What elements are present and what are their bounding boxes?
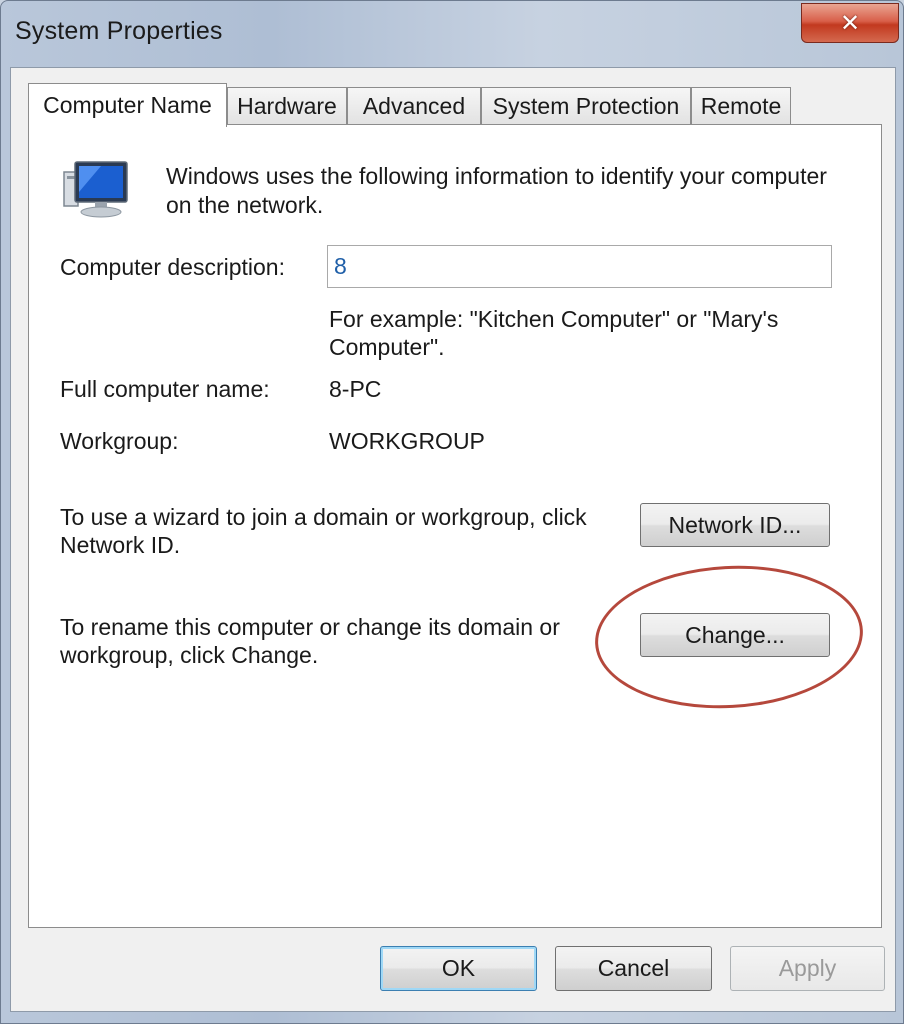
close-icon: ✕ [839,9,861,37]
network-id-text-line2: Network ID. [60,532,181,558]
computer-icon [63,161,128,218]
tab-remote[interactable]: Remote [691,87,791,125]
example-text-line2: Computer". [329,334,445,360]
full-computer-name-value: 8-PC [329,376,382,402]
close-button[interactable]: ✕ [801,3,899,43]
ok-button[interactable]: OK [380,946,537,991]
change-button[interactable]: Change... [640,613,830,657]
window-title: System Properties [15,17,223,45]
title-bar[interactable]: System Properties ✕ [1,1,904,63]
rename-text-line2: workgroup, click Change. [60,642,319,668]
computer-description-input[interactable] [327,245,832,288]
tab-system-protection[interactable]: System Protection [481,87,691,125]
intro-text-line2: on the network. [166,192,324,218]
rename-text-line1: To rename this computer or change its do… [60,614,560,640]
system-properties-window: System Properties ✕ Computer Name Hardwa… [0,0,904,1024]
cancel-button[interactable]: Cancel [555,946,712,991]
computer-description-label: Computer description: [60,254,285,280]
workgroup-value: WORKGROUP [329,428,485,454]
full-computer-name-label: Full computer name: [60,376,270,402]
tab-advanced[interactable]: Advanced [347,87,481,125]
network-id-text-line1: To use a wizard to join a domain or work… [60,504,587,530]
tab-hardware[interactable]: Hardware [227,87,347,125]
network-id-button[interactable]: Network ID... [640,503,830,547]
intro-text-line1: Windows uses the following information t… [166,163,827,189]
tab-strip: Computer Name Hardware Advanced System P… [28,83,798,127]
workgroup-label: Workgroup: [60,428,179,454]
apply-button[interactable]: Apply [730,946,885,991]
tab-computer-name[interactable]: Computer Name [28,83,227,127]
example-text-line1: For example: "Kitchen Computer" or "Mary… [329,306,779,332]
